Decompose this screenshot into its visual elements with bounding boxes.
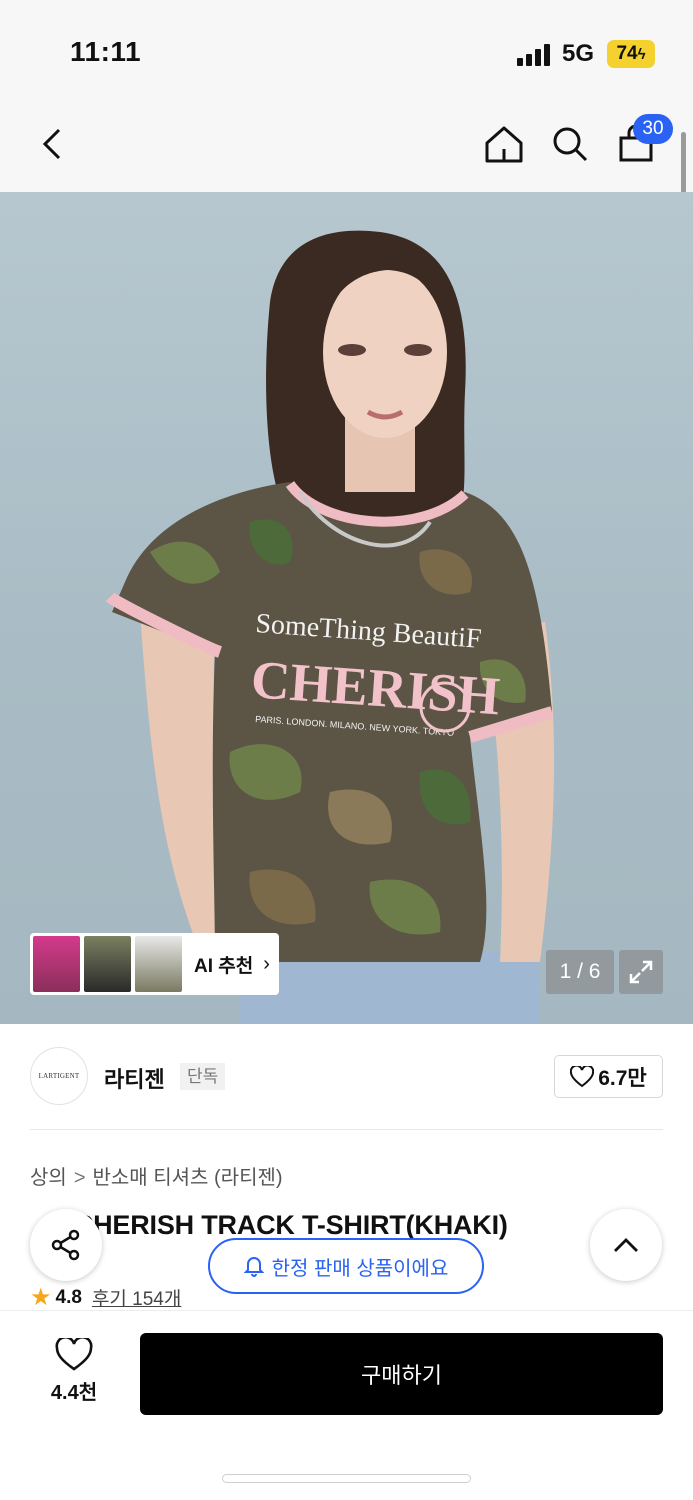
brand-name[interactable]: 라티젠 <box>104 1062 165 1094</box>
breadcrumb: 상의 > 반소매 티셔츠 (라티젠) <box>30 1161 283 1190</box>
battery-level: 74 <box>616 43 638 64</box>
buy-button[interactable]: 구매하기 <box>140 1333 663 1415</box>
battery-indicator: 74ϟ <box>607 40 655 68</box>
brand-logo-text: LARTIGENT <box>38 1072 80 1080</box>
chevron-right-icon: > <box>73 1167 86 1189</box>
heart-icon <box>55 1338 93 1371</box>
signal-icon <box>517 44 553 66</box>
search-icon <box>553 127 588 162</box>
status-time: 11:11 <box>70 36 142 67</box>
cart-count-badge: 30 <box>633 114 673 144</box>
status-bar: 11:11 5G 74ϟ <box>0 0 693 100</box>
star-icon: ★ <box>30 1284 52 1311</box>
brand-like-count: 6.7만 <box>598 1066 647 1090</box>
wishlist-count: 4.4천 <box>50 1382 98 1404</box>
recommend-thumb-3[interactable] <box>135 936 182 992</box>
divider <box>30 1129 663 1130</box>
bell-icon <box>243 1257 264 1277</box>
home-indicator <box>222 1474 471 1483</box>
breadcrumb-subcategory[interactable]: 반소매 티셔츠 (라티젠) <box>93 1167 283 1189</box>
recommend-thumb-1[interactable] <box>33 936 80 992</box>
recommend-thumb-2[interactable] <box>84 936 131 992</box>
exclusive-badge: 단독 <box>180 1063 226 1090</box>
wishlist-button[interactable]: 4.4천 <box>32 1338 116 1410</box>
limited-sale-notice: 한정 판매 상품이에요 <box>208 1238 484 1294</box>
limited-sale-text: 한정 판매 상품이에요 <box>271 1257 449 1280</box>
home-button[interactable] <box>476 116 532 172</box>
product-title: CHERISH TRACK T-SHIRT(KHAKI) <box>30 1210 670 1241</box>
share-icon <box>51 1229 80 1261</box>
breadcrumb-category[interactable]: 상의 <box>30 1167 67 1189</box>
rating-value: 4.8 <box>55 1286 82 1308</box>
product-title-text: CHERISH TRACK T-SHIRT(KHAKI) <box>73 1210 508 1240</box>
expand-icon <box>629 960 653 984</box>
ai-recommend-button[interactable]: AI 추천 › <box>30 933 279 995</box>
search-button[interactable] <box>542 116 598 172</box>
chevron-left-icon <box>42 128 61 160</box>
app-header <box>0 100 693 192</box>
product-image[interactable]: SomeThing BeautiF CHERISH PARIS. LONDON.… <box>0 192 693 1024</box>
brand-like-button[interactable]: 6.7만 <box>554 1055 663 1098</box>
brand-logo[interactable]: LARTIGENT <box>30 1047 88 1105</box>
image-page-indicator: 1 / 6 <box>546 950 614 994</box>
expand-image-button[interactable] <box>619 950 663 994</box>
ai-recommend-label: AI 추천 <box>194 955 254 977</box>
home-icon <box>485 126 523 163</box>
share-button[interactable] <box>30 1209 102 1281</box>
chevron-up-icon <box>614 1238 638 1252</box>
product-photo: SomeThing BeautiF CHERISH PARIS. LONDON.… <box>105 230 555 1024</box>
network-label: 5G <box>562 40 595 67</box>
back-button[interactable] <box>24 116 80 172</box>
review-link[interactable]: 후기 154개 <box>92 1284 181 1311</box>
rating-row: ★ 4.8 후기 154개 <box>30 1283 181 1312</box>
scroll-top-button[interactable] <box>590 1209 662 1281</box>
heart-icon <box>570 1065 595 1087</box>
chevron-right-icon: › <box>263 952 270 975</box>
charging-icon: ϟ <box>637 46 646 63</box>
